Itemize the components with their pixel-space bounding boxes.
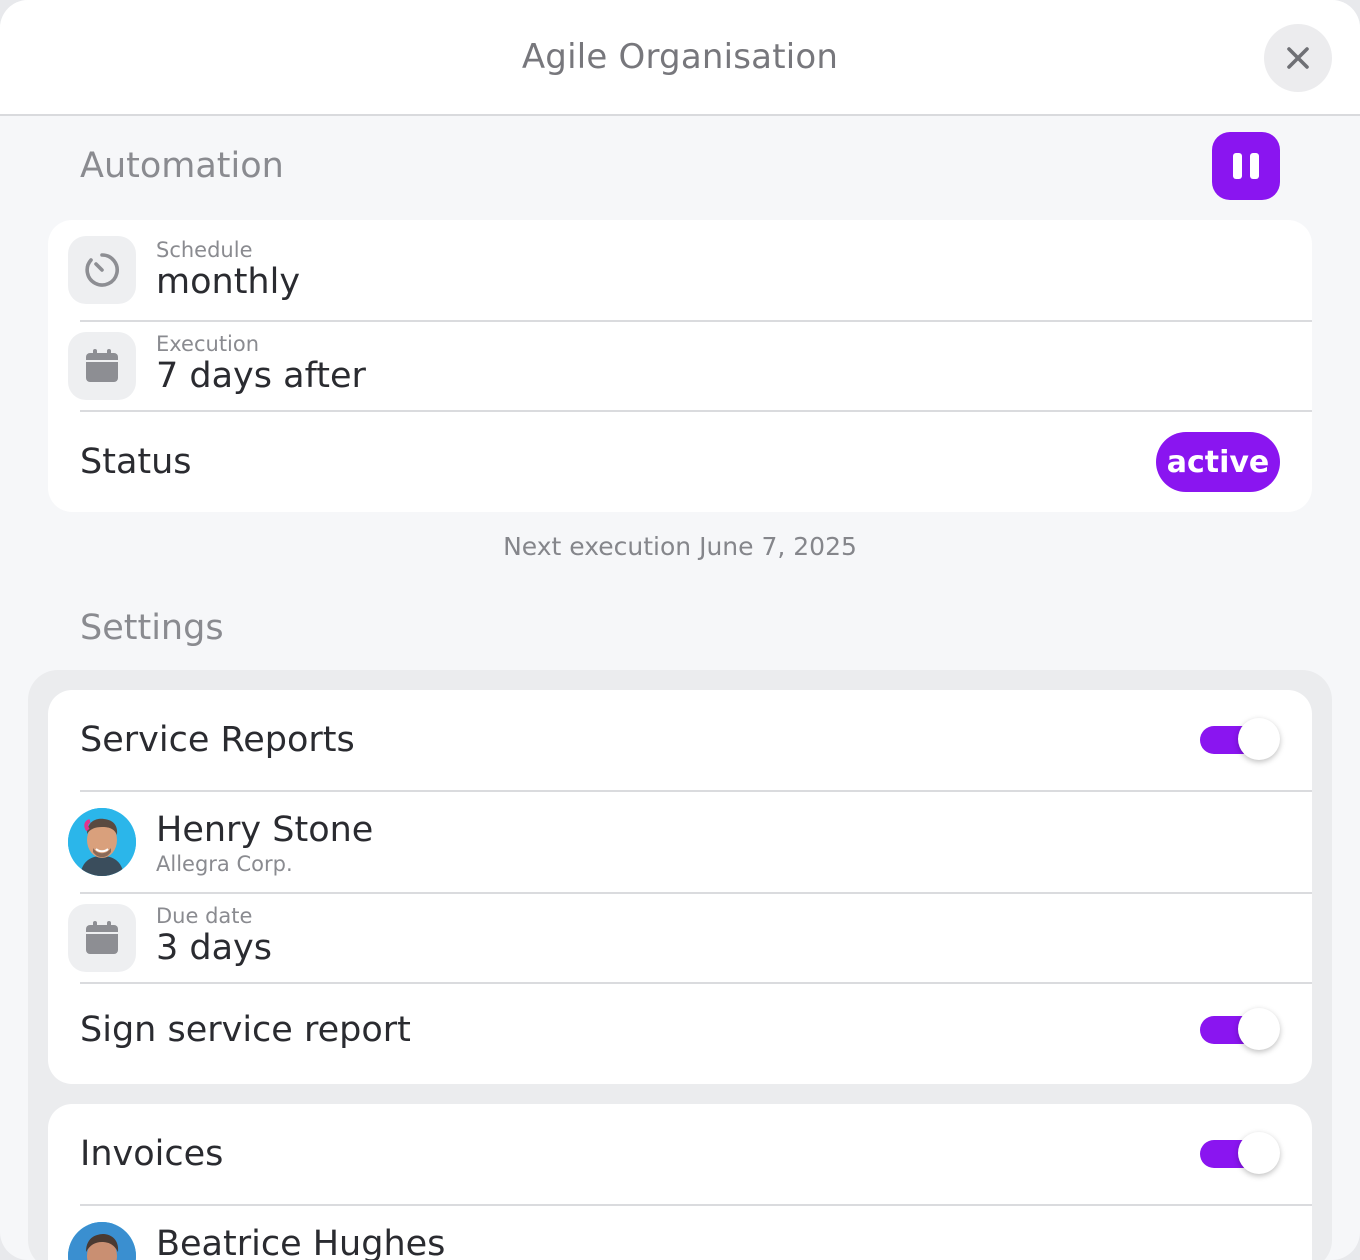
status-row: Status active	[48, 412, 1312, 512]
calendar-icon	[86, 349, 118, 382]
execution-row[interactable]: Execution 7 days after	[48, 322, 1312, 410]
execution-label: Execution	[156, 332, 260, 356]
schedule-row[interactable]: Schedule monthly	[48, 220, 1312, 320]
automation-modal: Agile Organisation Automation Schedule m…	[0, 0, 1360, 1260]
contact-row[interactable]: Henry Stone Allegra Corp.	[48, 792, 1312, 892]
sign-report-label: Sign service report	[80, 1010, 411, 1050]
service-reports-toggle[interactable]	[1200, 718, 1280, 762]
schedule-label: Schedule	[156, 238, 253, 262]
modal-title: Agile Organisation	[521, 37, 839, 77]
invoices-card: Invoices Beatrice Hughes	[48, 1104, 1312, 1260]
schedule-icon-box	[68, 236, 136, 304]
service-reports-label: Service Reports	[80, 720, 355, 760]
sign-report-row: Sign service report	[48, 984, 1312, 1084]
invoices-label: Invoices	[80, 1134, 224, 1174]
automation-card: Schedule monthly Execution 7 days after …	[48, 220, 1312, 512]
service-reports-card: Service Reports Henry Stone Allegra Corp	[48, 690, 1312, 1084]
invoices-row: Invoices	[48, 1104, 1312, 1204]
contact-name: Henry Stone	[156, 810, 374, 850]
due-date-icon-box	[68, 904, 136, 972]
automation-section-title: Automation	[80, 146, 284, 186]
timer-icon	[85, 253, 119, 287]
sign-report-toggle[interactable]	[1200, 1008, 1280, 1052]
avatar-image	[68, 1222, 136, 1260]
settings-section-title: Settings	[80, 608, 224, 648]
close-button[interactable]	[1264, 24, 1332, 92]
status-label: Status	[80, 442, 192, 482]
service-reports-row: Service Reports	[48, 690, 1312, 790]
execution-icon-box	[68, 332, 136, 400]
due-date-row[interactable]: Due date 3 days	[48, 894, 1312, 982]
avatar	[68, 808, 136, 876]
status-badge[interactable]: active	[1156, 432, 1280, 492]
contact-company: Allegra Corp.	[156, 852, 293, 876]
avatar-image	[68, 808, 136, 876]
calendar-icon	[86, 921, 118, 954]
invoices-contact-row[interactable]: Beatrice Hughes	[48, 1206, 1312, 1260]
close-icon	[1287, 47, 1309, 69]
invoices-toggle[interactable]	[1200, 1132, 1280, 1176]
pause-button[interactable]	[1212, 132, 1280, 200]
pause-icon	[1233, 153, 1242, 179]
invoices-contact-name: Beatrice Hughes	[156, 1224, 446, 1260]
modal-header: Agile Organisation	[0, 0, 1360, 116]
due-date-label: Due date	[156, 904, 253, 928]
schedule-value: monthly	[156, 262, 301, 302]
next-execution-text: Next execution June 7, 2025	[503, 532, 857, 561]
execution-value: 7 days after	[156, 356, 366, 396]
avatar	[68, 1222, 136, 1260]
due-date-value: 3 days	[156, 928, 273, 968]
